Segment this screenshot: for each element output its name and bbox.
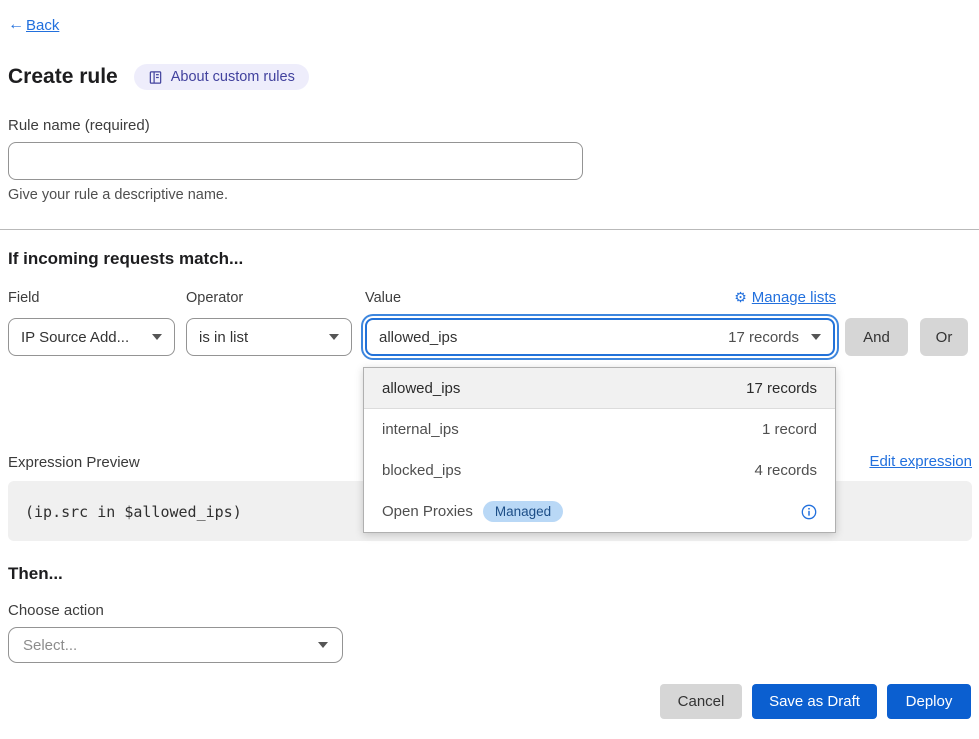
field-select-value: IP Source Add... <box>21 329 129 346</box>
operator-select[interactable]: is in list <box>186 318 352 356</box>
then-section-heading: Then... <box>8 564 63 584</box>
save-as-draft-button[interactable]: Save as Draft <box>752 684 877 719</box>
rule-name-label: Rule name (required) <box>8 117 150 134</box>
list-item-internal-ips[interactable]: internal_ips 1 record <box>364 409 835 450</box>
operator-column-label: Operator <box>186 290 243 306</box>
back-link-label[interactable]: Back <box>26 17 59 34</box>
deploy-button[interactable]: Deploy <box>887 684 971 719</box>
list-item-name: Open Proxies <box>382 503 473 520</box>
list-item-blocked-ips[interactable]: blocked_ips 4 records <box>364 450 835 491</box>
action-select-placeholder: Select... <box>23 637 77 654</box>
list-item-records: 17 records <box>746 380 817 397</box>
about-custom-rules-link[interactable]: About custom rules <box>134 64 309 90</box>
managed-badge: Managed <box>483 501 563 522</box>
page-header: Create rule About custom rules <box>8 64 309 90</box>
choose-action-label: Choose action <box>8 602 104 619</box>
chevron-down-icon <box>152 334 162 340</box>
manage-lists-link[interactable]: ⚙ Manage lists <box>734 289 836 306</box>
info-icon[interactable] <box>801 504 817 520</box>
rule-name-input[interactable] <box>8 142 583 180</box>
create-rule-page: ← Back Create rule About custom rules Ru… <box>0 0 979 739</box>
gear-icon: ⚙ <box>734 289 747 306</box>
field-column-label: Field <box>8 290 39 306</box>
list-item-name: internal_ips <box>382 421 459 438</box>
list-item-name: allowed_ips <box>382 380 460 397</box>
value-dropdown-menu: allowed_ips 17 records internal_ips 1 re… <box>363 367 836 533</box>
chevron-down-icon <box>811 334 821 340</box>
rule-name-helper-text: Give your rule a descriptive name. <box>8 187 228 203</box>
list-item-open-proxies[interactable]: Open Proxies Managed <box>364 491 835 532</box>
book-icon <box>148 70 163 85</box>
back-link[interactable]: ← Back <box>8 16 59 34</box>
expression-preview-label: Expression Preview <box>8 454 140 471</box>
or-button[interactable]: Or <box>920 318 968 356</box>
list-item-name: blocked_ips <box>382 462 461 479</box>
operator-select-value: is in list <box>199 329 248 346</box>
expression-code: (ip.src in $allowed_ips) <box>25 503 242 521</box>
about-custom-rules-label: About custom rules <box>171 69 295 85</box>
and-button[interactable]: And <box>845 318 908 356</box>
list-item-allowed-ips[interactable]: allowed_ips 17 records <box>364 368 835 409</box>
chevron-down-icon <box>318 642 328 648</box>
value-column-label: Value <box>365 290 401 306</box>
match-section-heading: If incoming requests match... <box>8 249 243 269</box>
value-select[interactable]: allowed_ips 17 records <box>365 318 835 356</box>
back-arrow-icon: ← <box>8 16 24 34</box>
value-select-records-count: 17 records <box>728 329 799 346</box>
edit-expression-link[interactable]: Edit expression <box>869 453 972 470</box>
list-item-records: 1 record <box>762 421 817 438</box>
field-select[interactable]: IP Source Add... <box>8 318 175 356</box>
list-item-records: 4 records <box>754 462 817 479</box>
section-divider <box>0 229 979 230</box>
action-select[interactable]: Select... <box>8 627 343 663</box>
manage-lists-label[interactable]: Manage lists <box>752 289 836 306</box>
cancel-button[interactable]: Cancel <box>660 684 742 719</box>
chevron-down-icon <box>329 334 339 340</box>
value-select-value: allowed_ips <box>379 329 457 346</box>
page-title: Create rule <box>8 65 118 89</box>
